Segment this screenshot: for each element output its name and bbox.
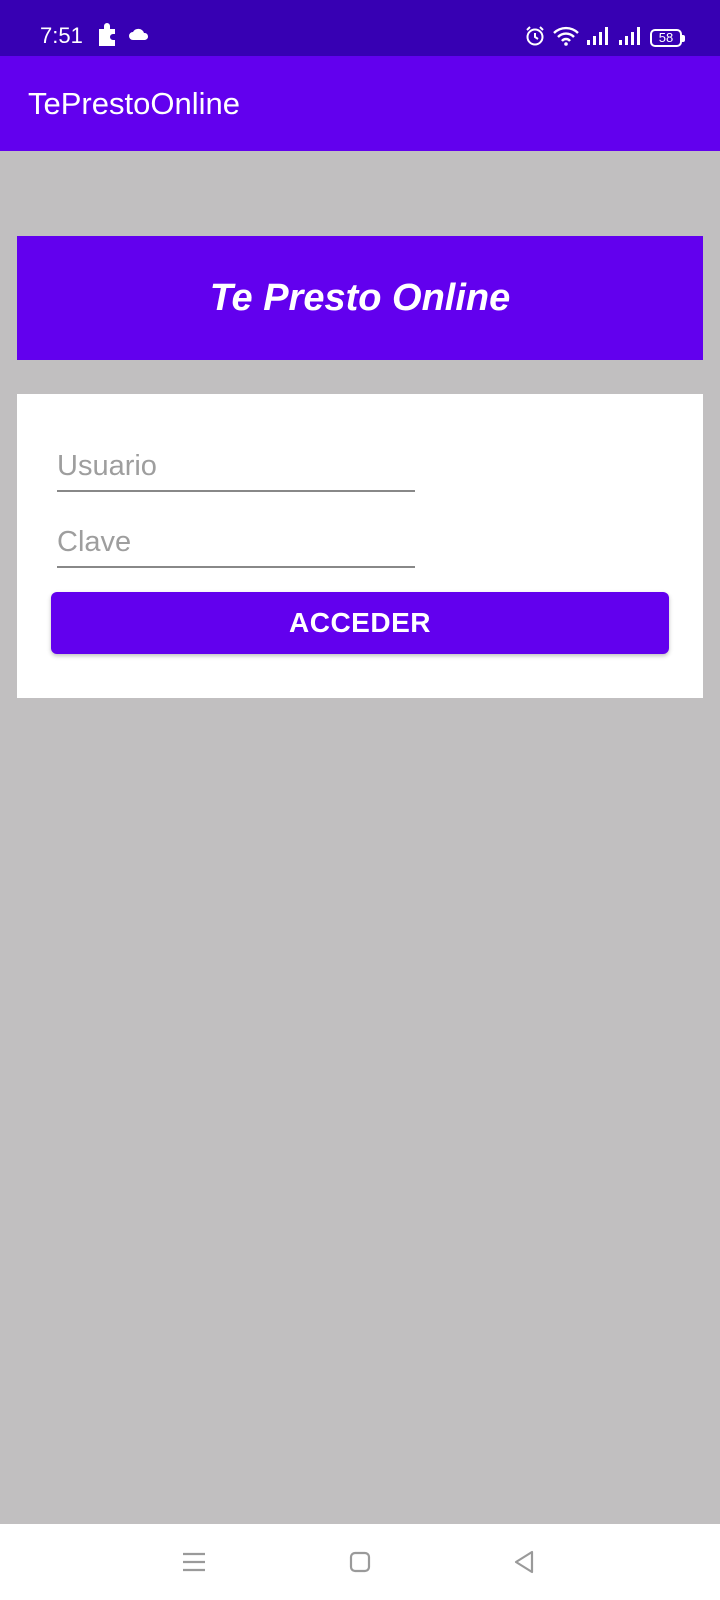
banner-title: Te Presto Online xyxy=(209,276,511,319)
alarm-icon xyxy=(524,25,546,52)
app-bar: TePrestoOnline xyxy=(0,56,720,151)
status-right-icons: 58 xyxy=(524,24,685,52)
login-card: ACCEDER xyxy=(17,394,703,698)
battery-icon: 58 xyxy=(650,29,685,47)
status-bar: 7:51 58 xyxy=(0,0,720,56)
battery-level: 58 xyxy=(658,30,674,45)
status-time: 7:51 xyxy=(40,23,83,48)
app-title: TePrestoOnline xyxy=(28,86,240,121)
banner: Te Presto Online xyxy=(17,236,703,360)
cloud-icon xyxy=(128,26,150,47)
wifi-icon xyxy=(552,25,580,52)
status-left-icons xyxy=(96,22,150,50)
acceder-button[interactable]: ACCEDER xyxy=(51,592,669,654)
home-icon[interactable] xyxy=(340,1542,380,1582)
menu-icon[interactable] xyxy=(174,1542,214,1582)
navigation-bar xyxy=(0,1524,720,1600)
signal-icon xyxy=(586,26,612,51)
username-input[interactable] xyxy=(57,436,415,492)
signal-icon xyxy=(618,26,644,51)
back-icon[interactable] xyxy=(504,1542,544,1582)
puzzle-icon xyxy=(96,21,120,52)
password-input[interactable] xyxy=(57,512,415,568)
